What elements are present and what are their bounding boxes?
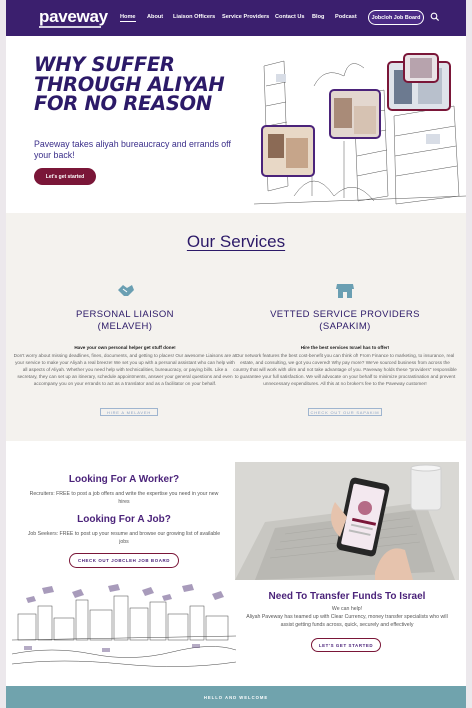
hero-title: WHY SUFFER THROUGH ALIYAH FOR NO REASON: [34, 53, 225, 115]
logo[interactable]: paveway: [39, 7, 108, 27]
nav-podcast[interactable]: Podcast: [335, 14, 357, 20]
liaison-title-line1: PERSONAL LIAISON: [76, 309, 174, 320]
storefront-icon: [336, 284, 354, 298]
nav-service-providers[interactable]: Service Providers: [222, 14, 269, 20]
liaison-title-line2: (MELAVEH): [97, 321, 153, 332]
transfer-text: Aliyah Paveway has teamed up with Clear …: [246, 614, 448, 628]
nav-liaison-officers[interactable]: Liaison Officers: [173, 14, 215, 20]
job-text: Job Seekers: FREE to post up your resume…: [27, 531, 221, 545]
hire-melaveh-link[interactable]: HIRE A MELAVEH: [100, 408, 158, 416]
handshake-icon: [118, 285, 134, 296]
welcome-label: HELLO AND WELCOME: [203, 695, 269, 700]
liaison-title: PERSONAL LIAISON (MELAVEH): [20, 309, 230, 333]
hero-illustration: [254, 53, 466, 205]
search-icon[interactable]: [430, 12, 440, 22]
page: paveway Home About Liaison Officers Serv…: [6, 0, 466, 708]
providers-title-line1: VETTED SERVICE PROVIDERS: [270, 309, 420, 320]
providers-lead: Hire the best services Israel has to off…: [300, 345, 390, 350]
top-nav: paveway Home About Liaison Officers Serv…: [6, 0, 466, 36]
nav-home[interactable]: Home: [120, 14, 136, 22]
city-sketch: [12, 584, 236, 667]
job-title: Looking For A Job?: [77, 514, 171, 525]
nav-blog[interactable]: Blog: [312, 14, 324, 20]
sapakim-link[interactable]: CHECK OUT OUR SAPAKIM: [308, 408, 382, 416]
job-board-link[interactable]: CHECK OUT JOBCLEH JOB BOARD: [69, 553, 179, 568]
providers-title: VETTED SERVICE PROVIDERS (SAPAKIM): [240, 309, 450, 333]
get-started-button[interactable]: Let's get started: [34, 168, 96, 185]
liaison-lead: Have your own personal helper get stuff …: [74, 345, 176, 350]
transfer-title: Need To Transfer Funds To Israel: [268, 591, 426, 602]
worker-title: Looking For A Worker?: [68, 474, 180, 485]
transfer-start-button[interactable]: LET'S GET STARTED: [311, 638, 381, 652]
job-board-button[interactable]: Jobcloh Job Board: [368, 10, 424, 25]
phone-photo: [235, 462, 459, 580]
logo-underline: [39, 26, 101, 28]
nav-about[interactable]: About: [147, 14, 163, 20]
providers-title-line2: (SAPAKIM): [319, 321, 371, 332]
worker-text: Recruiters: FREE to post a job offers an…: [29, 491, 219, 505]
hero-subtitle: Paveway takes aliyah bureaucracy and err…: [34, 139, 231, 160]
liaison-body: Don't worry about missing deadlines, fin…: [13, 353, 237, 387]
transfer-lead: We can help!: [331, 606, 363, 612]
nav-contact-us[interactable]: Contact Us: [275, 14, 305, 20]
services-title: Our Services: [186, 232, 286, 251]
providers-body: Our network features the best cost-benef…: [233, 353, 457, 387]
